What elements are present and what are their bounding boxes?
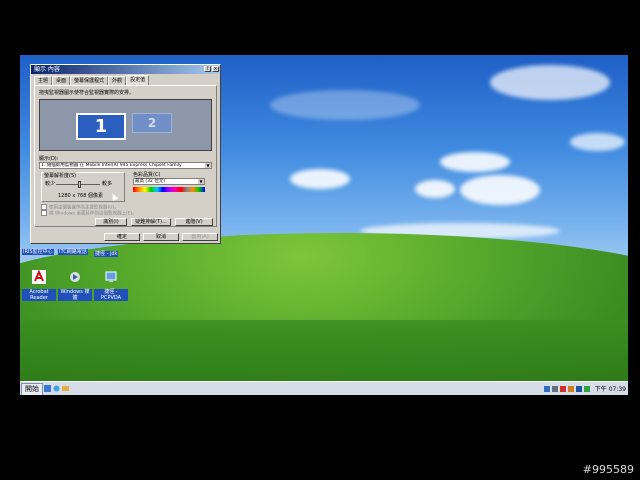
security-tray-icon[interactable] xyxy=(567,385,574,392)
color-quality-select[interactable]: 最高 (32 位元) ▼ xyxy=(133,178,205,185)
power-tray-icon[interactable] xyxy=(583,385,590,392)
desktop-icon-windows-media[interactable]: Windows 媒體 xyxy=(58,269,92,301)
tab-desktop[interactable]: 桌面 xyxy=(52,76,71,85)
cloud xyxy=(460,175,540,205)
cloud xyxy=(440,152,510,172)
color-quality-label: 色彩品質(C) xyxy=(133,172,161,178)
help-button[interactable]: ? xyxy=(204,66,211,72)
ok-button[interactable]: 確定 xyxy=(104,233,140,241)
tab-settings[interactable]: 設定值 xyxy=(126,75,150,85)
taskbar: 開始 下午 07:39 xyxy=(20,381,628,395)
watermark-text: #995589 xyxy=(582,463,634,476)
acrobat-reader-icon xyxy=(32,269,46,284)
system-tray: 下午 07:39 xyxy=(543,383,626,394)
resolution-value: 1280 x 768 個像素 xyxy=(58,193,103,199)
close-button[interactable]: × xyxy=(212,66,219,72)
resolution-more-label: 較多 xyxy=(102,181,113,187)
windows-media-icon xyxy=(70,272,80,282)
display-tray-icon[interactable] xyxy=(575,385,582,392)
tab-appearance[interactable]: 外觀 xyxy=(108,76,127,85)
desktop-label[interactable]: 捷徑 - jdk xyxy=(94,251,119,257)
apply-button[interactable]: 套用(A) xyxy=(182,233,218,241)
desktop-icon-label: Acrobat Reader xyxy=(22,289,56,301)
checkbox-label: 將 Windows 桌面延伸到這個監視器上(E)。 xyxy=(49,211,137,217)
cloud xyxy=(490,65,610,100)
display-select[interactable]: 1. 隨插即用監視器 在 Mobile Intel(R) 945 Express… xyxy=(39,162,212,169)
quicklaunch-desktop-icon[interactable] xyxy=(44,385,51,392)
color-spectrum-bar xyxy=(133,187,205,192)
antivirus-tray-icon[interactable] xyxy=(559,385,566,392)
troubleshoot-button[interactable]: 疑難排解(T)... xyxy=(131,218,171,226)
monitor-2[interactable]: 2 xyxy=(132,113,172,133)
network-icon xyxy=(105,271,117,282)
tab-screensaver[interactable]: 螢幕保護程式 xyxy=(70,76,109,85)
display-label: 顯示(D): xyxy=(39,156,59,162)
monitor-arrangement-area: 1 2 xyxy=(39,99,212,151)
chevron-down-icon[interactable]: ▼ xyxy=(205,163,211,168)
desktop-icon-label: 捷徑 - PCPVDA xyxy=(94,289,128,301)
clock[interactable]: 下午 07:39 xyxy=(595,384,626,393)
color-quality-value: 最高 (32 位元) xyxy=(135,179,166,184)
resolution-slider-thumb[interactable] xyxy=(78,181,81,188)
advanced-button[interactable]: 進階(V) xyxy=(175,218,213,226)
dialog-titlebar[interactable]: 顯示 內容 ? × xyxy=(31,65,220,74)
cloud xyxy=(570,133,625,151)
identify-button[interactable]: 識別(I) xyxy=(95,218,127,226)
tab-bar: 主題 桌面 螢幕保護程式 外觀 設定值 xyxy=(34,75,150,85)
foreground-grass xyxy=(20,320,628,385)
quicklaunch-media-icon[interactable] xyxy=(62,385,69,392)
color-quality-group: 色彩品質(C) 最高 (32 位元) ▼ xyxy=(131,172,211,202)
cancel-button[interactable]: 取消 xyxy=(143,233,179,241)
display-select-value: 1. 隨插即用監視器 在 Mobile Intel(R) 945 Express… xyxy=(41,163,182,168)
network-tray-icon[interactable] xyxy=(543,385,550,392)
resolution-label: 螢幕解析度(S) xyxy=(44,172,77,179)
monitor-1[interactable]: 1 xyxy=(76,113,126,140)
display-properties-dialog: 顯示 內容 ? × 主題 桌面 螢幕保護程式 外觀 設定值 拖曳監視器圖示使符合… xyxy=(30,64,221,244)
dialog-title: 顯示 內容 xyxy=(34,66,60,73)
desktop-label[interactable]: IRIS監控中心 xyxy=(22,249,54,255)
desktop-icon-network[interactable]: 捷徑 - PCPVDA xyxy=(94,269,128,301)
cloud xyxy=(415,180,455,198)
checkbox-box xyxy=(41,210,47,216)
volume-tray-icon[interactable] xyxy=(551,385,558,392)
extend-desktop-checkbox[interactable]: 將 Windows 桌面延伸到這個監視器上(E)。 xyxy=(41,210,137,217)
settings-panel: 拖曳監視器圖示使符合監視器實際的安排。 1 2 顯示(D): 1. 隨插即用監視… xyxy=(34,85,217,227)
resolution-less-label: 較少 xyxy=(45,181,56,187)
desktop-label[interactable]: ITC網路電話 xyxy=(58,249,88,255)
tab-themes[interactable]: 主題 xyxy=(34,76,53,85)
chevron-down-icon[interactable]: ▼ xyxy=(198,179,204,184)
desktop-icon-label: Windows 媒體 xyxy=(58,289,92,301)
start-button[interactable]: 開始 xyxy=(21,383,43,395)
cloud xyxy=(290,169,350,189)
desktop-screen: IRIS監控中心 ITC網路電話 捷徑 - jdk Acrobat Reader… xyxy=(20,55,628,395)
cloud xyxy=(270,90,420,120)
instruction-text: 拖曳監視器圖示使符合監視器實際的安排。 xyxy=(39,90,135,96)
desktop-icon-acrobat[interactable]: Acrobat Reader xyxy=(22,269,56,301)
quicklaunch-ie-icon[interactable] xyxy=(53,385,60,392)
